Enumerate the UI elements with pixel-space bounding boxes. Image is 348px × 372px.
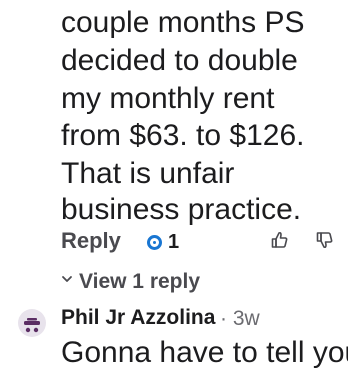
- comment-action-bar: Reply 1: [61, 226, 348, 260]
- author-name[interactable]: Phil Jr Azzolina: [61, 306, 215, 330]
- comment-text-line: decided to double: [61, 44, 298, 77]
- thumbs-up-outline-icon[interactable]: [270, 230, 290, 250]
- snoo-avatar-icon: [24, 318, 40, 333]
- thumbs-down-outline-icon[interactable]: [315, 230, 335, 250]
- comment-text-line: That is unfair: [61, 157, 235, 190]
- avatar[interactable]: [18, 309, 46, 337]
- meta-separator: ·: [220, 307, 227, 330]
- award-count: 1: [168, 230, 180, 253]
- comment-meta: · 3w: [220, 307, 260, 331]
- next-comment-text: Gonna have to tell you: [61, 336, 348, 369]
- award-icon: [147, 234, 162, 250]
- view-replies-label: View 1 reply: [79, 270, 201, 293]
- comment-text-line: business practice.: [61, 193, 302, 226]
- chevron-down-icon: [62, 276, 72, 282]
- comment-text-line: from $63. to $126.: [61, 119, 305, 152]
- comment-age: 3w: [232, 307, 260, 330]
- award-button[interactable]: 1: [147, 231, 179, 253]
- reply-button[interactable]: Reply: [61, 228, 121, 254]
- view-replies-button[interactable]: View 1 reply: [61, 270, 200, 294]
- comment-text-line: my monthly rent: [61, 82, 275, 115]
- comment-text-line: couple months PS: [61, 6, 305, 39]
